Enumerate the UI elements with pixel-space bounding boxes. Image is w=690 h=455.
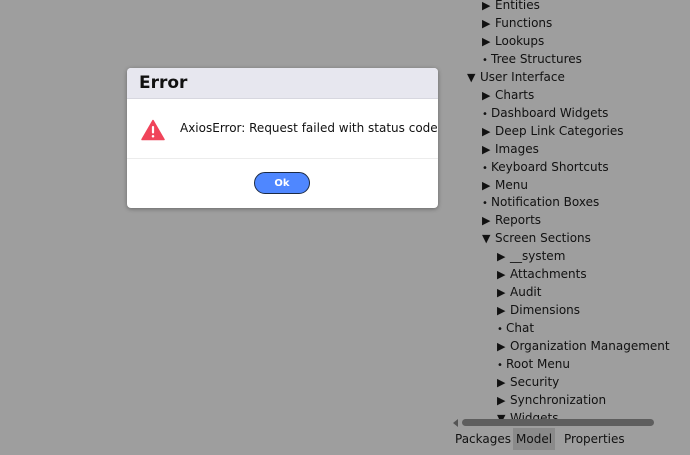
tree-item[interactable]: ▶ Charts — [482, 86, 534, 104]
tree-item[interactable]: ▼ User Interface — [467, 68, 565, 86]
caret-right-icon[interactable]: ▶ — [482, 123, 495, 141]
tree-item[interactable]: ▶ Functions — [482, 14, 552, 32]
caret-right-icon[interactable]: ▶ — [482, 212, 495, 230]
tree-item-label: Attachments — [510, 267, 587, 282]
tab-properties[interactable]: Properties — [561, 428, 628, 450]
tree-item-label: __system — [510, 249, 566, 264]
scrollbar-thumb[interactable] — [462, 419, 654, 426]
tree-item[interactable]: ▶ Menu — [482, 176, 528, 194]
tree-item-label: Chat — [506, 321, 535, 336]
tree-item[interactable]: ▶ Dimensions — [497, 301, 580, 319]
caret-right-icon[interactable]: ▶ — [497, 284, 510, 302]
tree-item-label: Keyboard Shortcuts — [491, 159, 609, 174]
tree-item-label: Lookups — [495, 33, 545, 48]
tree-item[interactable]: ▶ Attachments — [497, 265, 587, 283]
caret-right-icon[interactable]: ▶ — [497, 392, 510, 410]
tree-item-label: Deep Link Categories — [495, 123, 624, 138]
tree-item-label: Images — [495, 141, 539, 156]
tree-item-label: Audit — [510, 285, 542, 300]
caret-right-icon[interactable]: ▶ — [497, 338, 510, 356]
tree-item[interactable]: • Root Menu — [497, 355, 570, 373]
tree-item-label: Functions — [495, 15, 553, 30]
tree-item[interactable]: ▶ __system — [497, 247, 565, 265]
tree-item[interactable]: ▶ Organization Management — [497, 337, 670, 355]
scroll-left-icon[interactable] — [453, 419, 458, 427]
caret-right-icon[interactable]: ▶ — [482, 0, 495, 15]
caret-right-icon[interactable]: ▶ — [482, 87, 495, 105]
caret-right-icon[interactable]: ▶ — [497, 374, 510, 392]
tree-item[interactable]: ▶ Lookups — [482, 32, 544, 50]
warning-triangle-icon — [141, 119, 165, 141]
tree-item[interactable]: • Tree Structures — [482, 50, 582, 68]
tree-item[interactable]: ▶ Audit — [497, 283, 541, 301]
tree-item-label: Synchronization — [510, 392, 607, 407]
tree-item[interactable]: ▶ Deep Link Categories — [482, 122, 624, 140]
tree-item-label: Tree Structures — [491, 51, 582, 66]
error-message: AxiosError: Request failed with status c… — [180, 121, 438, 135]
caret-right-icon[interactable]: ▶ — [482, 15, 495, 33]
tree-item-label: Menu — [495, 177, 528, 192]
tree-item-label: Entities — [495, 0, 540, 12]
tree-item[interactable]: ▶ Images — [482, 140, 539, 158]
tree-item[interactable]: ▶ Synchronization — [497, 391, 606, 409]
caret-right-icon[interactable]: ▶ — [497, 248, 510, 266]
tab-packages[interactable]: Packages — [452, 428, 514, 450]
tree-item-label: Reports — [495, 213, 542, 228]
tree-item[interactable]: • Notification Boxes — [482, 193, 599, 211]
dialog-title: Error — [139, 73, 188, 93]
tree-item-label: Notification Boxes — [491, 195, 600, 210]
model-tree: ▶ Entities ▶ Functions ▶ Lookups • Tree Structu… — [0, 0, 690, 420]
tree-item[interactable]: ▶ Entities — [482, 0, 540, 14]
dialog-footer: Ok — [127, 159, 438, 207]
tree-item-label: Dashboard Widgets — [491, 105, 609, 120]
tree-item-label: Dimensions — [510, 303, 581, 318]
tree-item-label: Root Menu — [506, 357, 570, 371]
caret-right-icon[interactable]: ▶ — [482, 33, 495, 51]
tree-item-label: User Interface — [480, 69, 565, 84]
dialog-body: AxiosError: Request failed with status c… — [127, 99, 438, 159]
tab-model[interactable]: Model — [513, 428, 556, 450]
tree-item[interactable]: • Dashboard Widgets — [482, 104, 608, 122]
tree-item[interactable]: • Chat — [497, 319, 534, 337]
dialog-header: Error — [127, 68, 438, 99]
tree-item-label: Organization Management — [510, 339, 670, 354]
ok-button[interactable]: Ok — [254, 172, 310, 194]
tree-item[interactable]: ▶ Reports — [482, 211, 541, 229]
caret-right-icon[interactable]: ▶ — [497, 302, 510, 320]
tree-item[interactable]: • Keyboard Shortcuts — [482, 158, 609, 176]
tree-item-label: Security — [510, 374, 560, 389]
tree-item[interactable]: ▼ Screen Sections — [482, 229, 591, 247]
caret-right-icon[interactable]: ▶ — [482, 177, 495, 195]
tree-item-label: Screen Sections — [495, 231, 591, 246]
caret-right-icon[interactable]: ▶ — [482, 141, 495, 159]
caret-down-icon[interactable]: ▼ — [482, 230, 495, 248]
tree-item-label: Charts — [495, 87, 535, 102]
tree-item[interactable]: ▶ Security — [497, 373, 559, 391]
error-dialog: Error AxiosError: Request failed with st… — [127, 68, 438, 208]
caret-right-icon[interactable]: ▶ — [497, 266, 510, 284]
caret-down-icon[interactable]: ▼ — [467, 69, 480, 87]
